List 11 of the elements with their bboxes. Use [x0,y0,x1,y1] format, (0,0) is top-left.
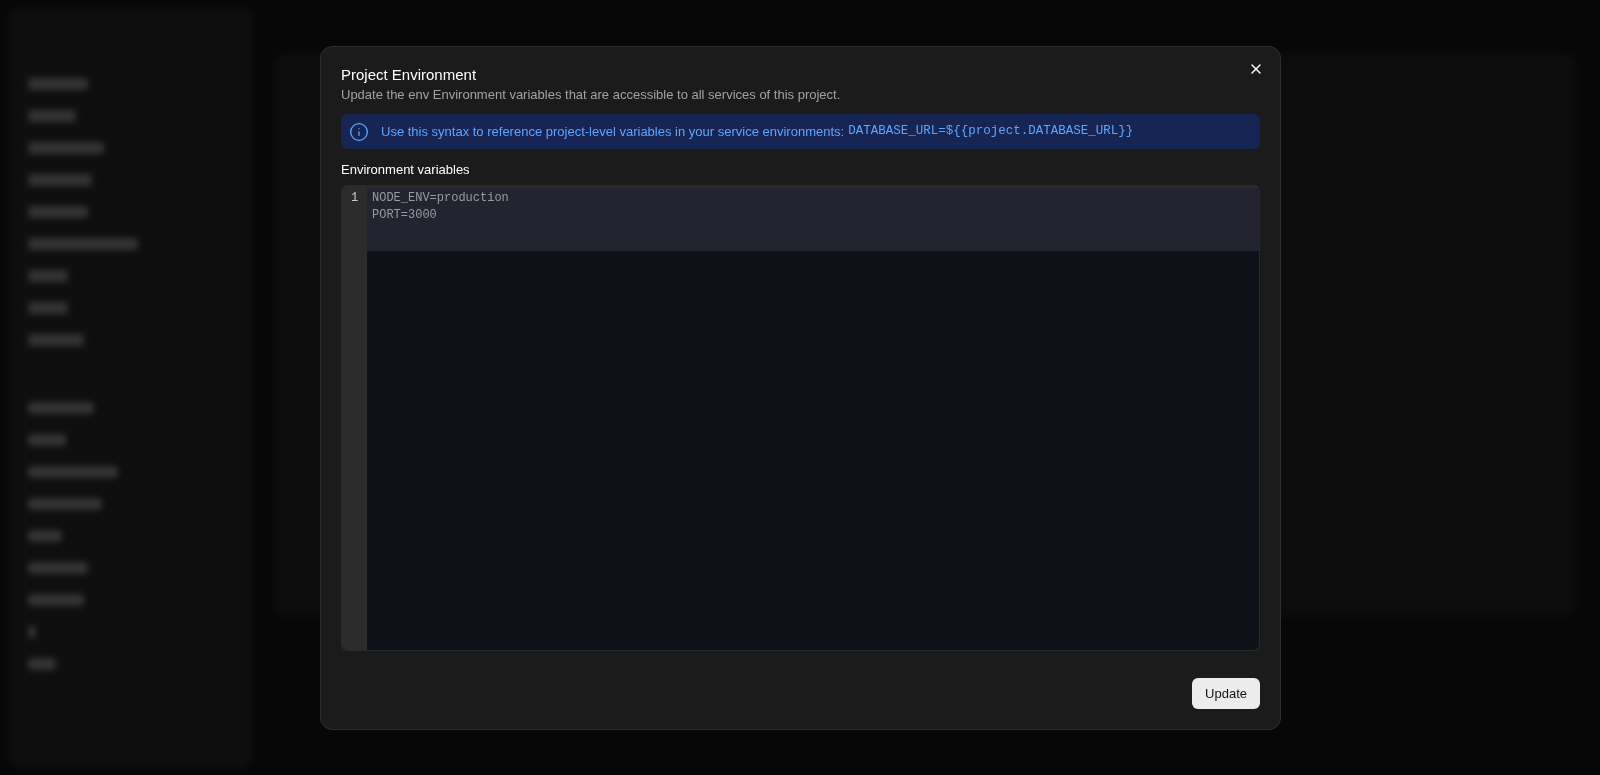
code-editor[interactable]: 1 NODE_ENV=production PORT=3000 [341,185,1260,651]
dialog-title: Project Environment [341,65,477,85]
code-snippet: DATABASE_URL=${{project.DATABASE_URL}} [848,123,1134,141]
line-number: 1 [350,190,359,207]
field-label: Environment variables [341,161,470,178]
dialog-description: Update the env Environment variables that are accessible to all services of this project. [341,86,841,103]
code-line: NODE_ENV=production [372,190,510,207]
info-icon [349,121,369,142]
code-line: PORT=3000 [372,207,438,224]
info-text: Use this syntax to reference project-level variables in your service environments: [381,122,845,141]
update-button[interactable]: Update [1192,678,1260,709]
